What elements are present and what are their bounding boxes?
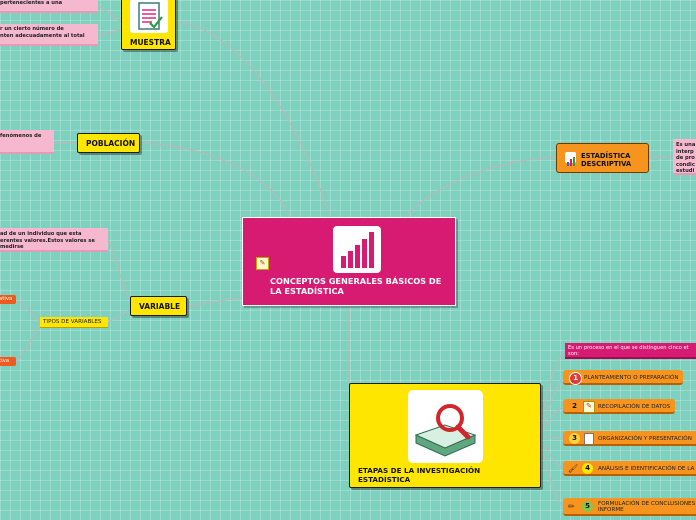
central-title: CONCEPTOS GENERALES BÁSICOS DE LA ESTADÍ…: [270, 276, 442, 296]
step-3-number-icon: 3: [569, 433, 580, 444]
connector-variable-note: [107, 239, 131, 301]
document-icon: [584, 433, 594, 445]
variable-note[interactable]: ad de un individuo que esta erentes valo…: [0, 228, 108, 252]
poblacion-note-text: fenómenos de: [0, 133, 42, 139]
central-node[interactable]: ✎ CONCEPTOS GENERALES BÁSICOS DE LA ESTA…: [242, 217, 456, 306]
brush-icon: 🖌: [568, 464, 579, 473]
step-2-text: RECOPILACIÓN DE DATOS: [598, 404, 671, 410]
connector-muestra-note1: [97, 5, 122, 23]
step-2-number-icon: 2: [569, 401, 580, 412]
connector-tipos-item1: [15, 298, 41, 323]
descriptiva-node[interactable]: ESTADÍSTICA DESCRIPTIVA: [556, 143, 649, 173]
descriptiva-label: ESTADÍSTICA DESCRIPTIVA: [581, 152, 632, 168]
etapas-intro-text: Es un proceso en el que se distinguen ci…: [568, 345, 689, 358]
pencil-tool-icon: ✏: [568, 502, 575, 511]
descriptiva-note-text: Es una interp de pro condic estudi: [676, 142, 696, 175]
chart-icon: [565, 152, 576, 166]
muestra-note-1-text: pertenecientes a una: [0, 0, 63, 6]
step-3-text: ORGANIZACIÓN Y PRESENTACIÓN: [598, 436, 692, 442]
muestra-note-2[interactable]: r un cierto número de nten adecuadamente…: [0, 24, 98, 46]
etapas-label: ETAPAS DE LA INVESTIGACIÓN ESTADÍSTICA: [358, 466, 481, 484]
variable-label: VARIABLE: [139, 302, 181, 311]
step-2[interactable]: 2 ✎ RECOPILACIÓN DE DATOS: [563, 399, 675, 414]
pencil-icon: ✎: [583, 401, 595, 413]
etapas-node[interactable]: ETAPAS DE LA INVESTIGACIÓN ESTADÍSTICA: [349, 383, 541, 488]
tipos-item-2[interactable]: tiva: [0, 357, 16, 366]
document-checklist-icon: [130, 0, 168, 33]
connector-tipos-item2: [15, 323, 41, 363]
connector-step-4: [540, 439, 564, 470]
step-1[interactable]: 1 PLANTEAMIENTO O PREPARACIÓN: [563, 370, 683, 385]
muestra-note-1[interactable]: pertenecientes a una: [0, 0, 98, 13]
connector-descriptiva: [404, 156, 557, 218]
poblacion-label: POBLACIÓN: [86, 139, 136, 148]
step-4-text: ANÁLISIS E IDENTIFICACIÓN DE LA: [598, 466, 695, 472]
connector-tipos: [107, 309, 131, 323]
step-3[interactable]: 3 ORGANIZACIÓN Y PRESENTACIÓN: [563, 431, 696, 446]
book-magnifier-icon: [408, 390, 483, 463]
connector-step-3: [540, 435, 564, 440]
tipos-item-1[interactable]: ativa: [0, 295, 16, 304]
pencil-note-icon: ✎: [256, 257, 269, 270]
muestra-node[interactable]: MUESTRA: [121, 0, 176, 50]
etapas-intro[interactable]: Es un proceso en el que se distinguen ci…: [565, 343, 696, 359]
connector-step-5: [540, 444, 564, 508]
step-5-text: FORMULACIÓN DE CONCLUSIONES INFORME: [598, 501, 696, 514]
step-4-number-icon: 4: [582, 463, 593, 474]
poblacion-node[interactable]: POBLACIÓN: [77, 133, 140, 153]
tipos-item-1-text: ativa: [0, 296, 13, 302]
bar-chart-icon: [333, 226, 381, 273]
connector-muestra-note2: [97, 29, 122, 37]
muestra-label: MUESTRA: [130, 38, 171, 47]
tipos-item-2-text: tiva: [0, 358, 10, 364]
step-5-number-icon: 5: [582, 501, 593, 512]
connector-poblacion: [139, 142, 291, 218]
connector-muestra: [177, 21, 331, 218]
step-4[interactable]: 🖌 4 ANÁLISIS E IDENTIFICACIÓN DE LA: [563, 461, 696, 476]
step-1-number-icon: 1: [569, 372, 582, 385]
descriptiva-note[interactable]: Es una interp de pro condic estudi: [673, 139, 696, 175]
connector-etapas-intro: [540, 350, 566, 421]
poblacion-note[interactable]: fenómenos de: [0, 130, 54, 154]
tipos-label: TIPOS DE VARIABLES: [43, 319, 102, 325]
variable-node[interactable]: VARIABLE: [130, 296, 187, 316]
step-1-text: PLANTEAMIENTO O PREPARACIÓN: [584, 375, 679, 381]
step-5[interactable]: ✏ 5 FORMULACIÓN DE CONCLUSIONES INFORME: [563, 498, 696, 516]
tipos-node[interactable]: TIPOS DE VARIABLES: [40, 317, 108, 328]
variable-note-text: ad de un individuo que esta erentes valo…: [0, 231, 95, 251]
muestra-note-2-text: r un cierto número de nten adecuadamente…: [0, 26, 85, 39]
connector-variable: [186, 297, 243, 307]
